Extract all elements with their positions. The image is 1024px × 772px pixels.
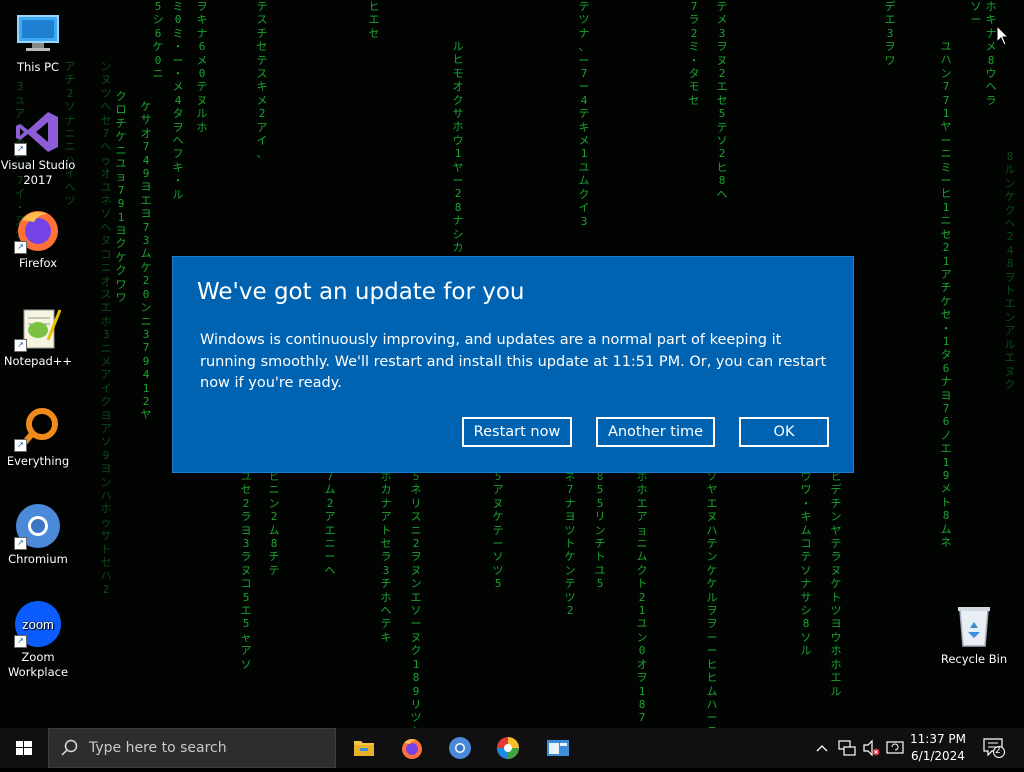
desktop-icon-label: Chromium [8, 552, 68, 566]
desktop-icon-label: Recycle Bin [940, 652, 1008, 666]
matrix-rain-column: 7 ラ 2 ミ ・ タ モ セ [688, 0, 700, 107]
firefox-icon: ↗ [14, 206, 62, 254]
zoom-icon: zoom ↗ [14, 600, 62, 648]
desktop-icon-everything[interactable]: ↗ Everything [0, 404, 76, 469]
desktop-icon-label: Zoom Workplace [7, 650, 69, 679]
firefox-icon [400, 736, 424, 760]
shortcut-arrow-icon: ↗ [14, 339, 27, 352]
notepad-plus-plus-icon: ↗ [14, 304, 62, 352]
restart-now-button[interactable]: Restart now [462, 417, 572, 447]
matrix-rain-column: デ エ 3 ヲ ワ [884, 0, 896, 67]
matrix-rain-column: テ メ 3 ヲ ヌ 2 エ セ 5 テ ソ 2 ヒ 8 ヘ [716, 0, 728, 201]
matrix-rain-column: ク ロ チ ケ ニ ユ ョ 7 9 1 ヨ ク ケ ク ワ ワ [115, 90, 127, 305]
desktop-icon-label: This PC [16, 60, 60, 74]
matrix-rain-column: ヒ デ チ ン ヤ テ ラ ヌ ケ ト ツ ヨ ウ ホ ホ エ ル [830, 470, 842, 698]
update-dialog: We've got an update for you Windows is c… [172, 256, 854, 473]
start-button[interactable] [0, 728, 48, 768]
dialog-message: Windows is continuously improving, and u… [200, 332, 827, 391]
desktop-icon-firefox[interactable]: ↗ Firefox [0, 206, 76, 271]
search-icon [61, 739, 79, 761]
shortcut-arrow-icon: ↗ [14, 537, 27, 550]
shortcut-arrow-icon: ↗ [14, 143, 27, 156]
taskbar-firefox[interactable] [388, 728, 436, 768]
matrix-rain-column: 5 ネ リ ス ニ 2 ヲ ヌ ン エ ソ ー ヌ ク 1 8 9 リ ツ ト … [410, 470, 422, 728]
matrix-rain-column: 7 ム 2 ア エ ニ ー ヘ [324, 470, 336, 577]
desktop-icon-this-pc[interactable]: This PC [0, 10, 76, 75]
zoom-logo-text: zoom [22, 617, 54, 632]
matrix-rain-column: ホ カ ナ ア ト セ ラ 3 チ ホ ヘ テ キ [380, 470, 392, 644]
matrix-rain-column: ミ 0 ミ ・ ー ・ メ 4 タ ヲ ヘ フ キ ・ ル [172, 0, 184, 201]
network-icon[interactable] [838, 739, 856, 760]
dialog-title: We've got an update for you [197, 279, 525, 305]
search-placeholder: Type here to search [89, 740, 227, 756]
desktop-icon-zoom[interactable]: zoom ↗ Zoom Workplace [0, 600, 76, 680]
matrix-rain-column: ソ ヤ エ ヌ ハ テ ン ケ ケ ル ヲ ヲ ー ー ヒ ヒ ム ハ ー テ … [706, 470, 718, 728]
mouse-cursor-icon [996, 24, 1010, 51]
recycle-bin-icon [950, 602, 998, 650]
notification-icon [983, 738, 1005, 758]
matrix-rain-column: 5 シ 6 ケ 0 ニ [152, 0, 164, 81]
shortcut-arrow-icon: ↗ [14, 439, 27, 452]
file-explorer-icon [352, 736, 376, 760]
taskbar: Type here to search 11:37 PM 6/1/2024 2 [0, 728, 1024, 768]
desktop-icon-visual-studio[interactable]: ↗ Visual Studio 2017 [0, 108, 76, 188]
another-time-button[interactable]: Another time [596, 417, 715, 447]
matrix-rain-column: テ ス チ セ テ ス キ メ 2 ア イ 、 [256, 0, 268, 161]
taskbar-color-app[interactable] [484, 728, 532, 768]
matrix-rain-column: 8 5 5 リ ン チ ト ユ 5 [594, 470, 606, 591]
notification-center-button[interactable]: 2 [982, 737, 1006, 762]
matrix-rain-column: ソ ー [970, 0, 982, 27]
matrix-rain-column: ホ キ ナ メ 8 ウ ヘ ラ [985, 0, 997, 107]
ok-button[interactable]: OK [739, 417, 829, 447]
desktop-icon-chromium[interactable]: ↗ Chromium [0, 502, 76, 567]
matrix-rain-column: ウ ワ ・ キ ム コ テ ソ ナ サ シ 8 ソ ル [800, 470, 812, 658]
windows-logo-icon [16, 741, 32, 755]
clock-time: 11:37 PM [910, 732, 966, 746]
taskbar-clock[interactable]: 11:37 PM 6/1/2024 [898, 731, 978, 765]
show-hidden-icons-chevron-icon[interactable] [816, 739, 828, 760]
desktop-icon-recycle-bin[interactable]: Recycle Bin [936, 602, 1012, 667]
shortcut-arrow-icon: ↗ [14, 241, 27, 254]
computer-icon [14, 10, 62, 58]
clock-date: 6/1/2024 [911, 749, 965, 763]
matrix-rain-column: ケ サ オ 7 4 9 ヨ エ ヨ 7 3 ム ケ 2 0 ン ニ 3 7 9 … [140, 100, 152, 422]
taskbar-chromium[interactable] [436, 728, 484, 768]
matrix-rain-column: 8 ル ン ケ ク ヘ 2 4 8 ヲ ト エ ン ア ル エ ヌ ク [1004, 150, 1016, 391]
notification-count-badge: 2 [995, 746, 1001, 756]
matrix-rain-column: ユ ハ ン 7 7 1 ヤ ー ニ ミ ー ヒ 1 ニ セ 2 1 ア チ ケ … [940, 40, 952, 550]
desktop-icon-label: Everything [6, 454, 70, 468]
matrix-rain-column: ホ ホ エ ア ョ ニ ム ク ト 2 1 ユ ン 0 オ ヲ 1 8 7 [636, 470, 648, 725]
chromium-icon [448, 736, 472, 760]
chromium-icon: ↗ [14, 502, 62, 550]
shortcut-arrow-icon: ↗ [14, 635, 27, 648]
matrix-rain-column: ネ 7 ナ ヨ ツ ト ケ ン テ ツ 2 [564, 470, 576, 618]
matrix-rain-column: ヒ ニ ン 2 ム 8 チ テ [268, 470, 280, 577]
color-app-icon [496, 736, 520, 760]
matrix-rain-column: ヲ キ ナ 6 メ 0 テ ヌ ル ホ [196, 0, 208, 134]
matrix-rain-column: ン ヌ ツ ヘ セ 7 ヘ ゥ オ ユ ネ ソ ヘ ヌ コ ニ オ ス エ ホ … [100, 60, 112, 596]
matrix-rain-column: ヒ エ セ [368, 0, 380, 40]
window-app-icon [546, 736, 570, 760]
taskbar-file-explorer[interactable] [340, 728, 388, 768]
matrix-rain-column: テ ツ ナ 、 ー 7 ー 4 テ キ メ 1 ユ ム ク イ 3 [578, 0, 590, 228]
desktop-icon-label: Notepad++ [3, 354, 73, 368]
matrix-rain-column: 5 ア ヌ ケ テ ー ソ ツ 5 [492, 470, 504, 591]
desktop: 5 シ 6 ケ 0 ニ ヲ キ ナ 6 メ 0 テ ヌ ル ホ ミ 0 ミ ・ … [0, 0, 1024, 728]
desktop-icon-label: Visual Studio 2017 [0, 158, 76, 187]
taskbar-window-app[interactable] [534, 728, 582, 768]
visual-studio-icon: ↗ [14, 108, 62, 156]
desktop-icon-label: Firefox [18, 256, 58, 270]
matrix-rain-column: ユ セ 2 ラ ヨ 3 ラ ヌ コ 5 エ 5 ャ ア ソ [240, 470, 252, 671]
desktop-icon-notepad-plus-plus[interactable]: ↗ Notepad++ [0, 304, 76, 369]
taskbar-search-box[interactable]: Type here to search [48, 728, 336, 768]
volume-muted-icon[interactable] [862, 739, 880, 760]
everything-search-icon: ↗ [14, 404, 62, 452]
